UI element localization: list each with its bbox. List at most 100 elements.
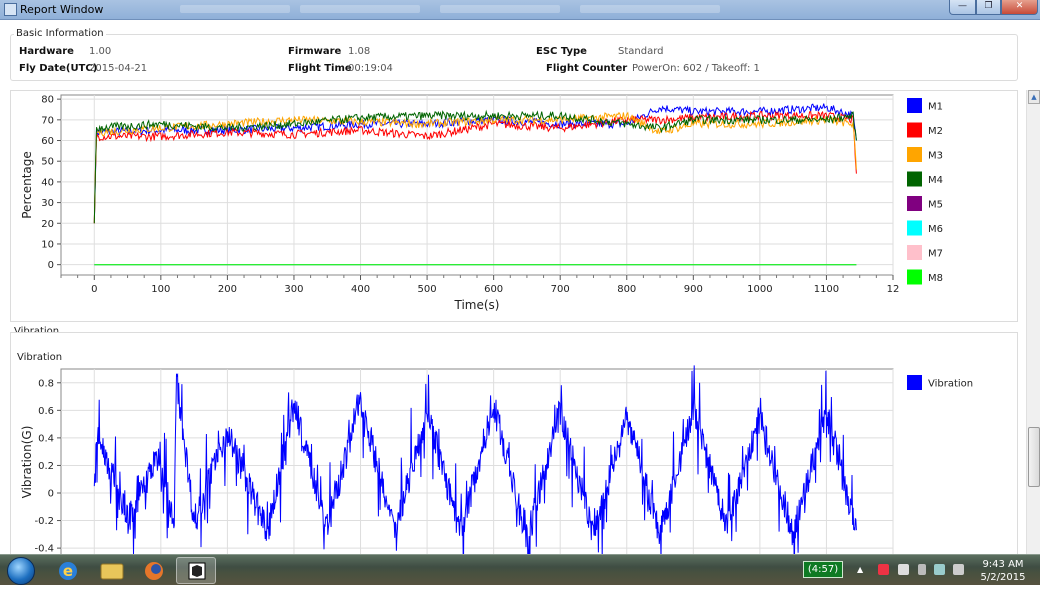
flight-counter-label: Flight Counter — [546, 63, 628, 74]
x-tick-label: 100 — [151, 284, 170, 295]
y-tick-label: 0.6 — [38, 406, 54, 417]
x-tick-label: 600 — [484, 284, 503, 295]
basic-info-title: Basic Information — [14, 28, 106, 39]
y-tick-label: -0.4 — [34, 544, 54, 555]
background-tab-ghost — [440, 5, 560, 13]
legend-swatch-m5 — [907, 196, 922, 211]
motor-chart-panel: 0 10 20 30 40 50 60 70 80 0 100 200 300 400 500 600 700 8… — [10, 90, 1018, 322]
basic-info-panel: Hardware 1.00 Fly Date(UTC) 2015-04-21 F… — [10, 34, 1018, 81]
x-tick-label: 700 — [551, 284, 570, 295]
flight-time-value: 00:19:04 — [348, 63, 393, 74]
clock-date: 5/2/2015 — [980, 572, 1026, 583]
window-icon — [4, 3, 17, 16]
x-tick-label: 900 — [684, 284, 703, 295]
report-window: Report Window — ❐ ✕ Hardware 1.00 Fly Da… — [0, 0, 1040, 585]
legend-swatch-vibration — [907, 375, 922, 390]
tray-expand-icon[interactable]: ▲ — [857, 565, 868, 576]
folder-icon — [100, 563, 124, 580]
legend-label-m7: M7 — [928, 249, 943, 260]
legend-label-m1: M1 — [928, 102, 943, 113]
x-tick-label: 300 — [284, 284, 303, 295]
tray-flag-icon[interactable] — [878, 564, 889, 575]
y-tick-label: 80 — [41, 95, 54, 106]
x-tick-label: 800 — [617, 284, 636, 295]
y-tick-label: -0.2 — [34, 516, 54, 527]
y-tick-label: 50 — [41, 157, 54, 168]
y-tick-label: 70 — [41, 115, 54, 126]
tray-network-icon[interactable] — [898, 564, 909, 575]
x-axis-label: Time(s) — [454, 298, 500, 312]
legend-label-m2: M2 — [928, 126, 943, 137]
legend-swatch-m3 — [907, 147, 922, 162]
legend-label-m5: M5 — [928, 200, 943, 211]
firefox-icon — [145, 562, 163, 580]
legend-label-m8: M8 — [928, 273, 943, 284]
close-button[interactable]: ✕ — [1001, 0, 1038, 15]
legend-swatch-m1 — [907, 98, 922, 113]
start-button[interactable] — [2, 556, 40, 585]
battery-indicator[interactable]: (4:57) — [803, 561, 843, 578]
esc-type-value: Standard — [618, 46, 664, 57]
x-tick-label: 200 — [218, 284, 237, 295]
motor-chart: 010203040506070800 100 200 300 400 500 600 700 8… — [20, 94, 943, 312]
firmware-value: 1.08 — [348, 46, 371, 57]
window-title: Report Window — [20, 3, 104, 16]
background-tab-ghost — [300, 5, 420, 13]
tray-volume-icon[interactable] — [953, 564, 964, 575]
x-tick-label: 1000 — [747, 284, 772, 295]
legend-label-m3: M3 — [928, 151, 943, 162]
maximize-button[interactable]: ❐ — [976, 0, 1001, 15]
y-tick-label: 0.8 — [38, 378, 54, 389]
y-tick-label: 20 — [41, 219, 54, 230]
y-axis-label: Vibration(G) — [20, 426, 34, 499]
app-cube-icon — [188, 562, 206, 580]
legend-label-m6: M6 — [928, 224, 943, 235]
fly-date-value: 2015-04-21 — [89, 63, 148, 74]
vibration-chart-panel: Vibration -0.4 -0.2 0 0.2 0.4 0.6 0.8 Vibration V… — [10, 332, 1018, 580]
x-tick-label: 1100 — [814, 284, 839, 295]
fly-date-label: Fly Date(UTC) — [19, 63, 98, 74]
scroll-up-button[interactable]: ▲ — [1028, 90, 1040, 104]
legend-label-m4: M4 — [928, 175, 943, 186]
y-tick-label: 0.2 — [38, 461, 54, 472]
minimize-button[interactable]: — — [949, 0, 976, 15]
y-tick-label: 60 — [41, 136, 54, 147]
taskbar-firefox[interactable] — [134, 557, 174, 584]
legend-swatch-m4 — [907, 171, 922, 187]
x-tick-label: 500 — [418, 284, 437, 295]
y-tick-label: 0 — [48, 260, 54, 271]
vibration-chart-title: Vibration — [17, 352, 62, 363]
x-tick-label: 0 — [91, 284, 97, 295]
scrollbar-thumb[interactable] — [1028, 427, 1040, 487]
vibration-chart: Vibration -0.4 -0.2 0 0.2 0.4 0.6 0.8 Vibration V… — [17, 352, 973, 580]
x-tick-label: 400 — [351, 284, 370, 295]
taskbar-report-app[interactable] — [176, 557, 216, 584]
y-tick-label: 0 — [48, 489, 54, 500]
y-axis-label: Percentage — [20, 151, 34, 219]
internet-explorer-icon: e — [59, 562, 77, 580]
firmware-label: Firmware — [288, 46, 342, 57]
title-bar: Report Window — ❐ ✕ — [0, 0, 1040, 20]
x-tick-label: 12 — [887, 284, 900, 295]
taskbar-internet-explorer[interactable]: e — [48, 557, 88, 584]
y-tick-label: 0.4 — [38, 433, 54, 444]
background-tab-ghost — [580, 5, 720, 13]
clock-time: 9:43 AM — [982, 559, 1024, 570]
legend-swatch-m7 — [907, 245, 922, 260]
y-tick-label: 40 — [41, 177, 54, 188]
legend-label-vibration: Vibration — [928, 379, 973, 390]
flight-time-label: Flight Time — [288, 63, 352, 74]
vertical-scrollbar[interactable]: ▲ — [1026, 90, 1040, 554]
tray-power-icon[interactable] — [918, 564, 926, 575]
svg-text:e: e — [63, 562, 73, 580]
background-tab-ghost — [180, 5, 290, 13]
y-tick-label: 10 — [41, 239, 54, 250]
windows-taskbar: e (4:57) ▲ 9:43 AM 5/2/2015 — [0, 554, 1040, 585]
esc-type-label: ESC Type — [536, 46, 587, 57]
windows-logo-icon — [7, 557, 35, 585]
legend-swatch-m6 — [907, 220, 922, 236]
taskbar-file-explorer[interactable] — [92, 557, 132, 584]
legend-swatch-m8 — [907, 269, 922, 285]
taskbar-clock[interactable]: 9:43 AM 5/2/2015 — [968, 558, 1038, 584]
tray-wifi-icon[interactable] — [934, 564, 945, 575]
